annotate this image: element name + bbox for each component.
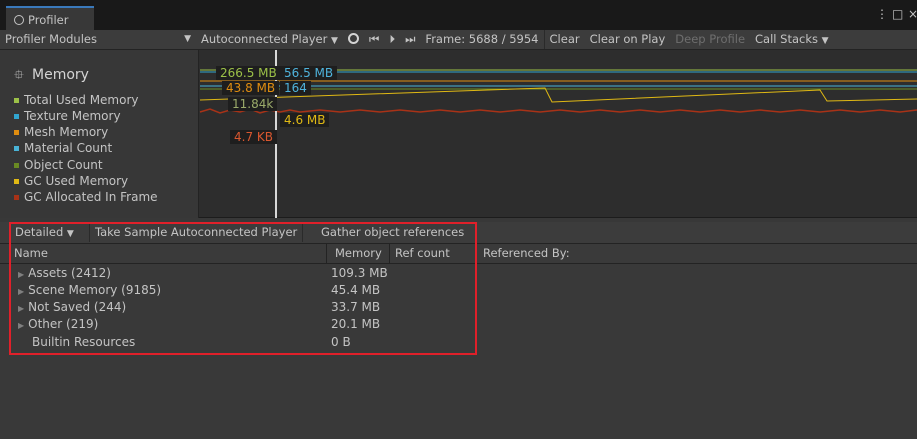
legend-swatch: [14, 129, 19, 135]
texture-value: 56.5 MB: [280, 66, 338, 80]
tree-row[interactable]: ▶ Other (219): [18, 316, 98, 333]
profiler-tab[interactable]: Profiler: [6, 6, 94, 30]
tree-row[interactable]: Builtin Resources: [32, 334, 135, 351]
gc-alloc-value: 4.7 KB: [230, 130, 277, 144]
profiler-tab-label: Profiler: [28, 13, 69, 27]
legend-swatch: [14, 97, 19, 103]
memory-chip-icon: ⯐: [14, 68, 24, 83]
module-title: Memory: [32, 67, 89, 83]
legend-total-used[interactable]: Total Used Memory: [14, 93, 139, 107]
row-name: Other (219): [28, 317, 99, 331]
col-name-header[interactable]: Name: [14, 246, 48, 260]
row-name: Scene Memory (9185): [28, 283, 162, 297]
view-mode-label: Detailed: [15, 225, 64, 239]
chevron-down-icon: ▼: [331, 36, 338, 46]
material-count-value: 164: [280, 81, 311, 95]
profiler-modules-label: Profiler Modules: [5, 32, 97, 46]
tree-row[interactable]: ▶ Scene Memory (9185): [18, 282, 161, 299]
call-stacks-dropdown[interactable]: Call Stacks ▼: [750, 30, 834, 49]
step-forward-icon: ⏵: [389, 32, 396, 46]
legend-material-count[interactable]: Material Count: [14, 141, 112, 155]
legend-label: GC Allocated In Frame: [24, 190, 158, 204]
take-sample-button[interactable]: Take Sample Autoconnected Player: [90, 223, 304, 242]
legend-swatch: [14, 113, 19, 119]
total-used-value: 266.5 MB: [216, 66, 281, 80]
gc-used-value: 4.6 MB: [280, 113, 330, 127]
legend-gc-alloc[interactable]: GC Allocated In Frame: [14, 190, 158, 204]
legend-label: Texture Memory: [24, 109, 121, 123]
window-tab-bar: [0, 0, 917, 30]
col-refcount-header[interactable]: Ref count: [395, 246, 450, 260]
row-memory: 109.3 MB: [331, 266, 388, 280]
close-icon[interactable]: ×: [908, 7, 917, 21]
tree-row[interactable]: ▶ Assets (2412): [18, 265, 111, 282]
profiler-modules-dropdown[interactable]: Profiler Modules ▼: [0, 30, 196, 49]
row-memory: 45.4 MB: [331, 283, 381, 297]
profiler-icon: [14, 15, 24, 25]
view-mode-dropdown[interactable]: Detailed ▼: [10, 223, 90, 242]
profiler-toolbar: Profiler Modules ▼ Autoconnected Player …: [0, 30, 917, 50]
frame-counter: Frame: 5688 / 5954: [425, 32, 539, 46]
legend-swatch: [14, 162, 19, 168]
mesh-value: 43.8 MB: [222, 81, 280, 95]
gather-references-toggle[interactable]: Gather object references: [316, 223, 469, 242]
chevron-down-icon: ▼: [66, 229, 74, 239]
next-frame-button[interactable]: ⏵: [384, 30, 400, 49]
row-name: Assets (2412): [28, 266, 111, 280]
legend-swatch: [14, 178, 19, 184]
expand-arrow-icon[interactable]: ▶: [18, 304, 24, 313]
row-name: Builtin Resources: [32, 335, 136, 349]
legend-gc-used[interactable]: GC Used Memory: [14, 174, 128, 188]
kebab-menu-icon[interactable]: ⋮: [876, 7, 888, 21]
legend-label: Total Used Memory: [24, 93, 139, 107]
legend-label: Material Count: [24, 141, 113, 155]
player-label: Autoconnected Player: [201, 32, 328, 46]
referenced-by-header: Referenced By:: [483, 246, 570, 260]
clear-button[interactable]: Clear: [545, 30, 585, 49]
call-stacks-label: Call Stacks: [755, 32, 818, 46]
player-dropdown[interactable]: Autoconnected Player ▼: [196, 30, 343, 49]
clear-on-play-button[interactable]: Clear on Play: [585, 30, 671, 49]
row-name: Not Saved (244): [28, 300, 127, 314]
deep-profile-button[interactable]: Deep Profile: [670, 30, 750, 49]
legend-mesh[interactable]: Mesh Memory: [14, 125, 108, 139]
legend-texture[interactable]: Texture Memory: [14, 109, 121, 123]
row-memory: 0 B: [331, 335, 351, 349]
legend-swatch: [14, 145, 19, 151]
expand-arrow-icon[interactable]: ▶: [18, 287, 24, 296]
first-frame-button[interactable]: ⏮: [364, 30, 384, 49]
col-memory-header[interactable]: Memory: [335, 246, 382, 260]
row-memory: 20.1 MB: [331, 317, 381, 331]
expand-arrow-icon[interactable]: ▶: [18, 321, 24, 330]
last-frame-button[interactable]: ⏭: [400, 30, 420, 49]
row-memory: 33.7 MB: [331, 300, 381, 314]
column-divider[interactable]: [389, 244, 390, 264]
table-header: [0, 244, 917, 264]
chevron-down-icon: ▼: [184, 34, 191, 44]
tree-row[interactable]: ▶ Not Saved (244): [18, 299, 126, 316]
expand-arrow-icon[interactable]: ▶: [18, 270, 24, 279]
skip-back-icon: ⏮: [368, 32, 380, 46]
legend-swatch: [14, 194, 19, 200]
skip-forward-icon: ⏭: [405, 32, 416, 46]
maximize-icon[interactable]: □: [892, 7, 903, 21]
legend-object-count[interactable]: Object Count: [14, 158, 103, 172]
record-button[interactable]: [343, 30, 364, 49]
record-icon: [347, 33, 359, 44]
chevron-down-icon: ▼: [821, 36, 829, 46]
column-divider[interactable]: [326, 244, 327, 264]
legend-label: Object Count: [24, 158, 103, 172]
legend-label: GC Used Memory: [24, 174, 129, 188]
legend-label: Mesh Memory: [24, 125, 109, 139]
object-count-value: 11.84k: [228, 97, 278, 111]
